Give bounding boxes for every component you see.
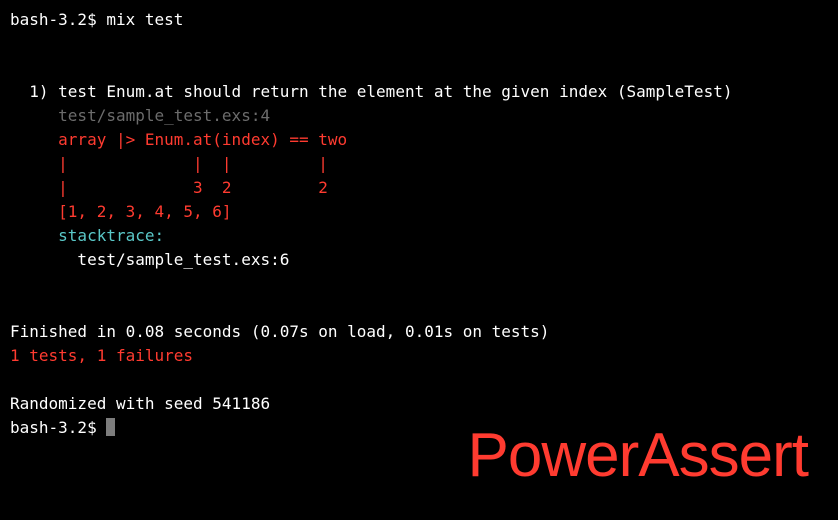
- watermark-text: PowerAssert: [468, 409, 808, 502]
- blank-line: [10, 368, 828, 392]
- assert-pipes-2: | 3 2 2: [10, 176, 828, 200]
- shell-prompt: bash-3.2$: [10, 418, 106, 437]
- blank-line: [10, 296, 828, 320]
- assert-array-value: [1, 2, 3, 4, 5, 6]: [10, 200, 828, 224]
- cursor-icon: [106, 418, 115, 436]
- results-summary: 1 tests, 1 failures: [10, 344, 828, 368]
- blank-line: [10, 56, 828, 80]
- blank-line: [10, 272, 828, 296]
- prompt-line-1[interactable]: bash-3.2$ mix test: [10, 8, 828, 32]
- assert-expression: array |> Enum.at(index) == two: [10, 128, 828, 152]
- test-location: test/sample_test.exs:4: [10, 104, 828, 128]
- assert-pipes-1: | | | |: [10, 152, 828, 176]
- typed-command: mix test: [106, 10, 183, 29]
- test-failure-header: 1) test Enum.at should return the elemen…: [10, 80, 828, 104]
- stacktrace-entry: test/sample_test.exs:6: [10, 248, 828, 272]
- finished-summary: Finished in 0.08 seconds (0.07s on load,…: [10, 320, 828, 344]
- stacktrace-label: stacktrace:: [10, 224, 828, 248]
- shell-prompt: bash-3.2$: [10, 10, 106, 29]
- blank-line: [10, 32, 828, 56]
